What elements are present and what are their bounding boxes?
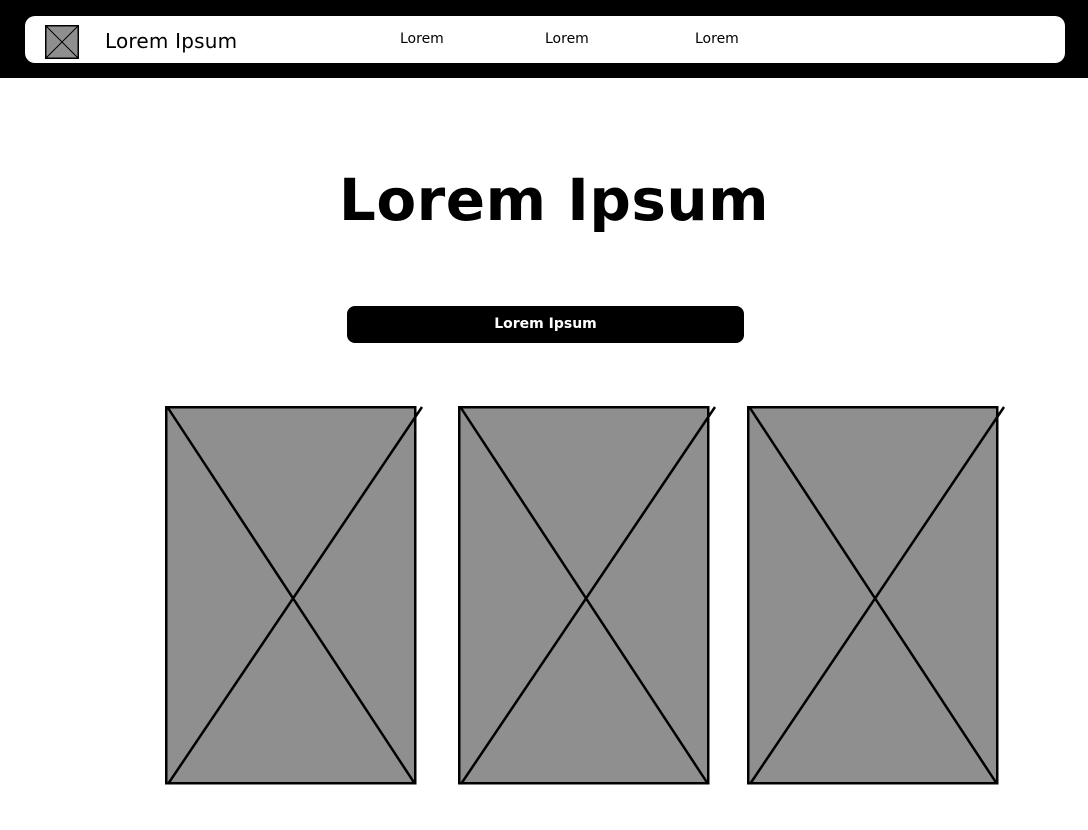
nav-link-1[interactable]: Lorem	[400, 30, 444, 48]
top-bar: Lorem Ipsum Lorem Lorem Lorem	[0, 0, 1088, 78]
brand-name[interactable]: Lorem Ipsum	[105, 28, 237, 54]
image-placeholder-icon	[165, 406, 424, 785]
image-placeholder-3	[747, 406, 1006, 786]
image-placeholder-icon	[458, 406, 717, 785]
nav-link-3[interactable]: Lorem	[695, 30, 739, 48]
image-placeholder-2	[458, 406, 717, 786]
image-placeholder-1	[165, 406, 424, 786]
cta-button[interactable]: Lorem Ipsum	[347, 306, 744, 343]
nav-link-2[interactable]: Lorem	[545, 30, 589, 48]
image-placeholder-icon	[747, 406, 1006, 785]
hero-title: Lorem Ipsum	[338, 166, 770, 234]
navbar: Lorem Ipsum Lorem Lorem Lorem	[25, 16, 1065, 63]
logo-placeholder-icon[interactable]	[45, 25, 79, 59]
